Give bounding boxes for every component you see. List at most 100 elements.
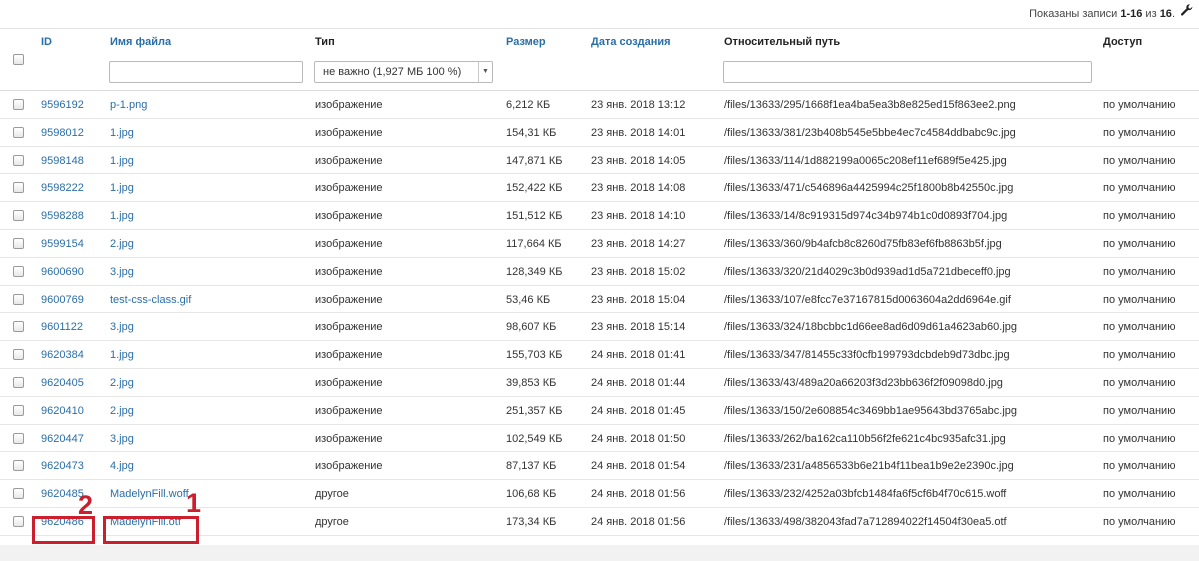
row-size: 152,422 КБ — [506, 182, 563, 195]
row-id-link[interactable]: 9620410 — [41, 405, 84, 417]
row-access: по умолчанию — [1103, 182, 1176, 195]
row-date: 23 янв. 2018 14:10 — [591, 210, 686, 223]
row-checkbox[interactable] — [13, 321, 24, 333]
column-header-id[interactable]: ID — [41, 36, 52, 48]
row-filename-link[interactable]: 3.jpg — [110, 321, 134, 333]
toolbar: Показаны записи 1-16 из 16. — [0, 0, 1199, 29]
row-path: /files/13633/360/9b4afcb8c8260d75fb83ef6… — [724, 237, 1002, 250]
row-id-link[interactable]: 9598012 — [41, 127, 84, 139]
row-size: 106,68 КБ — [506, 488, 557, 501]
row-id-link[interactable]: 9600690 — [41, 266, 84, 278]
row-id-link[interactable]: 9598288 — [41, 210, 84, 222]
row-checkbox[interactable] — [13, 182, 24, 194]
row-filename-link[interactable]: 1.jpg — [110, 127, 134, 139]
row-filename-link[interactable]: 4.jpg — [110, 460, 134, 472]
row-size: 98,607 КБ — [506, 321, 557, 334]
row-size: 251,357 КБ — [506, 404, 563, 417]
row-path: /files/13633/43/489a20a66203f3d23bb636f2… — [724, 376, 1003, 389]
row-filename-link[interactable]: p-1.png — [110, 99, 147, 111]
row-filename-link[interactable]: 3.jpg — [110, 266, 134, 278]
column-header-filename[interactable]: Имя файла — [110, 36, 171, 48]
row-checkbox[interactable] — [13, 237, 24, 249]
row-checkbox[interactable] — [13, 404, 24, 416]
row-date: 24 янв. 2018 01:44 — [591, 376, 686, 389]
filename-filter-input[interactable] — [109, 61, 303, 83]
table-row: 9601122 3.jpg изображение 98,607 КБ 23 янв. … — [0, 313, 1199, 342]
row-filename-link[interactable]: 3.jpg — [110, 433, 134, 445]
row-date: 23 янв. 2018 14:01 — [591, 126, 686, 139]
row-id-link[interactable]: 9620384 — [41, 349, 84, 361]
row-checkbox[interactable] — [13, 515, 24, 527]
row-path: /files/13633/14/8c919315d974c34b974b1c0d… — [724, 210, 1008, 223]
row-id-link[interactable]: 9596192 — [41, 99, 84, 111]
row-id-link[interactable]: 9601122 — [41, 321, 83, 333]
files-page: Показаны записи 1-16 из 16. ID Имя файла… — [0, 0, 1199, 545]
row-checkbox[interactable] — [13, 349, 24, 361]
row-id-link[interactable]: 9599154 — [41, 238, 84, 250]
row-filename-link[interactable]: test-css-class.gif — [110, 294, 191, 306]
row-access: по умолчанию — [1103, 210, 1176, 223]
records-suffix: . — [1171, 8, 1175, 20]
row-size: 155,703 КБ — [506, 349, 563, 362]
row-date: 23 янв. 2018 15:02 — [591, 265, 686, 278]
row-filename-link[interactable]: 1.jpg — [110, 349, 134, 361]
row-access: по умолчанию — [1103, 265, 1176, 278]
row-path: /files/13633/231/a4856533b6e21b4f11bea1b… — [724, 460, 1014, 473]
filter-row: не важно (1,927 МБ 100 %) ▼ — [0, 58, 1199, 91]
type-filter-selected: не важно (1,927 МБ 100 %) — [323, 66, 462, 78]
row-checkbox[interactable] — [13, 376, 24, 388]
type-filter-select[interactable]: не важно (1,927 МБ 100 %) ▼ — [314, 61, 493, 83]
table-row: 9620447 3.jpg изображение 102,549 КБ 24 янв.… — [0, 425, 1199, 453]
row-access: по умолчанию — [1103, 154, 1176, 167]
row-id-link[interactable]: 9620473 — [41, 460, 84, 472]
table-row: 9596192 p-1.png изображение 6,212 КБ 23 янв.… — [0, 91, 1199, 119]
row-checkbox[interactable] — [13, 126, 24, 138]
row-path: /files/13633/320/21d4029c3b0d939ad1d5a72… — [724, 265, 1011, 278]
row-filename-link[interactable]: 1.jpg — [110, 182, 134, 194]
wrench-icon[interactable] — [1179, 3, 1195, 21]
row-filename-link[interactable]: 2.jpg — [110, 377, 134, 389]
row-type: другое — [315, 488, 349, 501]
records-prefix: Показаны записи — [1029, 8, 1121, 20]
row-checkbox[interactable] — [13, 460, 24, 472]
row-checkbox[interactable] — [13, 265, 24, 277]
table-row: 9599154 2.jpg изображение 117,664 КБ 23 янв.… — [0, 230, 1199, 258]
row-checkbox[interactable] — [13, 432, 24, 444]
row-size: 173,34 КБ — [506, 515, 557, 528]
row-access: по умолчанию — [1103, 404, 1176, 417]
row-filename-link[interactable]: 2.jpg — [110, 405, 134, 417]
row-id-link[interactable]: 9598148 — [41, 155, 84, 167]
row-path: /files/13633/150/2e608854c3469bb1ae95643… — [724, 404, 1017, 417]
row-size: 154,31 КБ — [506, 126, 557, 139]
row-filename-link[interactable]: 1.jpg — [110, 155, 134, 167]
row-checkbox[interactable] — [13, 210, 24, 222]
row-date: 24 янв. 2018 01:56 — [591, 488, 686, 501]
row-filename-link[interactable]: 1.jpg — [110, 210, 134, 222]
row-size: 87,137 КБ — [506, 460, 557, 473]
row-type: другое — [315, 515, 349, 528]
row-date: 23 янв. 2018 14:27 — [591, 237, 686, 250]
column-header-created[interactable]: Дата создания — [591, 36, 671, 48]
path-filter-input[interactable] — [723, 61, 1092, 83]
table-row: 9620485 MadelynFill.woff другое 106,68 КБ 24… — [0, 480, 1199, 508]
table-row: 9598012 1.jpg изображение 154,31 КБ 23 янв. … — [0, 119, 1199, 147]
row-date: 24 янв. 2018 01:50 — [591, 432, 686, 445]
column-header-size[interactable]: Размер — [506, 36, 546, 48]
row-checkbox[interactable] — [13, 154, 24, 166]
row-filename-link[interactable]: MadelynFill.woff — [110, 488, 189, 500]
row-type: изображение — [315, 404, 383, 417]
row-date: 23 янв. 2018 14:05 — [591, 154, 686, 167]
row-checkbox[interactable] — [13, 488, 24, 500]
row-checkbox[interactable] — [13, 99, 24, 110]
row-id-link[interactable]: 9620405 — [41, 377, 84, 389]
row-access: по умолчанию — [1103, 460, 1176, 473]
row-checkbox[interactable] — [13, 293, 24, 305]
table-row: 9600690 3.jpg изображение 128,349 КБ 23 янв.… — [0, 258, 1199, 286]
row-id-link[interactable]: 9600769 — [41, 294, 84, 306]
row-path: /files/13633/114/1d882199a0065c208ef11ef… — [724, 154, 1007, 167]
row-id-link[interactable]: 9598222 — [41, 182, 84, 194]
row-size: 6,212 КБ — [506, 99, 551, 111]
row-id-link[interactable]: 9620447 — [41, 433, 84, 445]
row-path: /files/13633/471/c546896a4425994c25f1800… — [724, 182, 1014, 195]
row-filename-link[interactable]: 2.jpg — [110, 238, 134, 250]
